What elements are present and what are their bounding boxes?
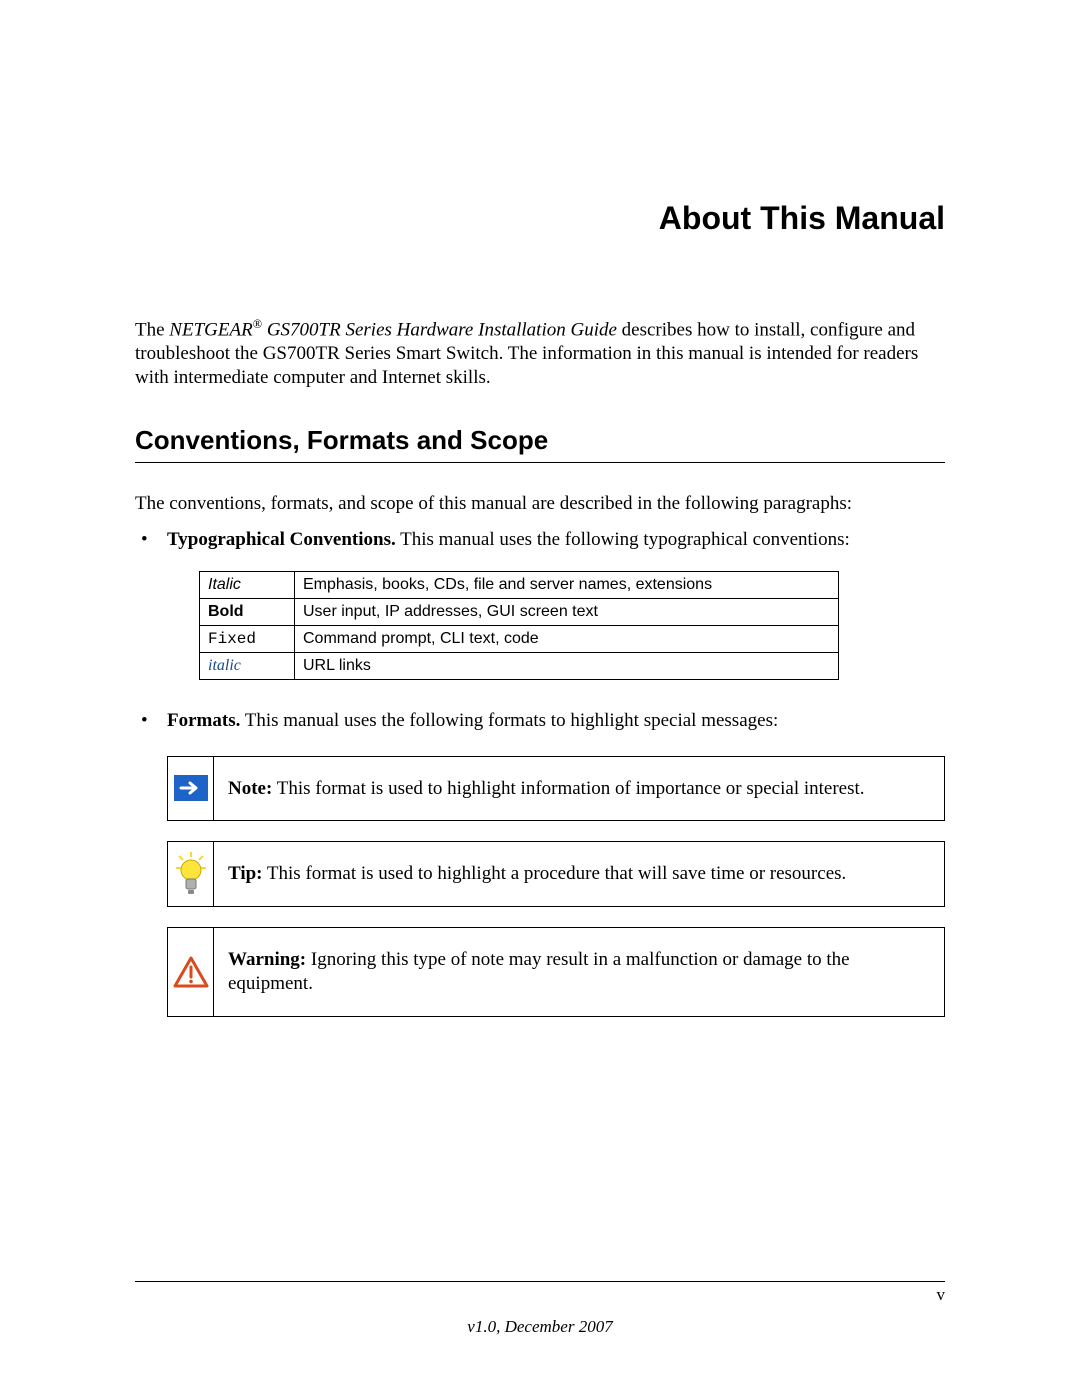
warning-triangle-icon bbox=[168, 928, 214, 1016]
section-heading: Conventions, Formats and Scope bbox=[135, 425, 945, 463]
footer-rule bbox=[135, 1281, 945, 1282]
note-label: Note: bbox=[228, 778, 272, 799]
table-row: Bold User input, IP addresses, GUI scree… bbox=[200, 598, 839, 625]
warning-text: Ignoring this type of note may result in… bbox=[228, 949, 850, 994]
italic-desc: Emphasis, books, CDs, file and server na… bbox=[295, 571, 839, 598]
link-desc: URL links bbox=[295, 652, 839, 679]
intro-paragraph: The NETGEAR® GS700TR Series Hardware Ins… bbox=[135, 317, 945, 390]
tip-label: Tip: bbox=[228, 863, 263, 884]
callout-group: Note: This format is used to highlight i… bbox=[167, 756, 945, 1017]
bold-label: Bold bbox=[208, 603, 244, 620]
bullet2-rest: This manual uses the following formats t… bbox=[240, 710, 778, 731]
italic-label: Italic bbox=[208, 576, 241, 593]
tip-text: This format is used to highlight a proce… bbox=[263, 863, 847, 884]
registered-mark: ® bbox=[253, 317, 262, 331]
note-text: This format is used to highlight informa… bbox=[272, 778, 864, 799]
link-label: italic bbox=[208, 657, 241, 674]
bold-desc: User input, IP addresses, GUI screen tex… bbox=[295, 598, 839, 625]
tip-callout: Tip: This format is used to highlight a … bbox=[167, 841, 945, 907]
table-row: Fixed Command prompt, CLI text, code bbox=[200, 625, 839, 652]
table-row: italic URL links bbox=[200, 652, 839, 679]
bullet-typographical: Typographical Conventions. This manual u… bbox=[135, 529, 945, 680]
fixed-desc: Command prompt, CLI text, code bbox=[295, 625, 839, 652]
bullet-list: Typographical Conventions. This manual u… bbox=[135, 529, 945, 1017]
page: About This Manual The NETGEAR® GS700TR S… bbox=[0, 0, 1080, 1397]
conventions-table: Italic Emphasis, books, CDs, file and se… bbox=[199, 571, 839, 680]
section-lead: The conventions, formats, and scope of t… bbox=[135, 493, 945, 515]
warning-label: Warning: bbox=[228, 949, 306, 970]
bullet1-rest: This manual uses the following typograph… bbox=[396, 529, 850, 550]
note-arrow-icon bbox=[168, 757, 214, 821]
bullet2-label: Formats. bbox=[167, 710, 240, 731]
version-line: v1.0, December 2007 bbox=[0, 1317, 1080, 1337]
fixed-label: Fixed bbox=[208, 630, 256, 648]
page-title: About This Manual bbox=[135, 200, 945, 237]
bullet1-label: Typographical Conventions. bbox=[167, 529, 396, 550]
note-callout: Note: This format is used to highlight i… bbox=[167, 756, 945, 822]
lightbulb-icon bbox=[168, 842, 214, 906]
warning-callout: Warning: Ignoring this type of note may … bbox=[167, 927, 945, 1017]
bullet-formats: Formats. This manual uses the following … bbox=[135, 710, 945, 1017]
table-row: Italic Emphasis, books, CDs, file and se… bbox=[200, 571, 839, 598]
page-number: v bbox=[937, 1285, 946, 1305]
intro-prefix: The bbox=[135, 319, 169, 340]
intro-doc-title: GS700TR Series Hardware Installation Gui… bbox=[262, 319, 617, 340]
intro-brand: NETGEAR bbox=[169, 319, 252, 340]
